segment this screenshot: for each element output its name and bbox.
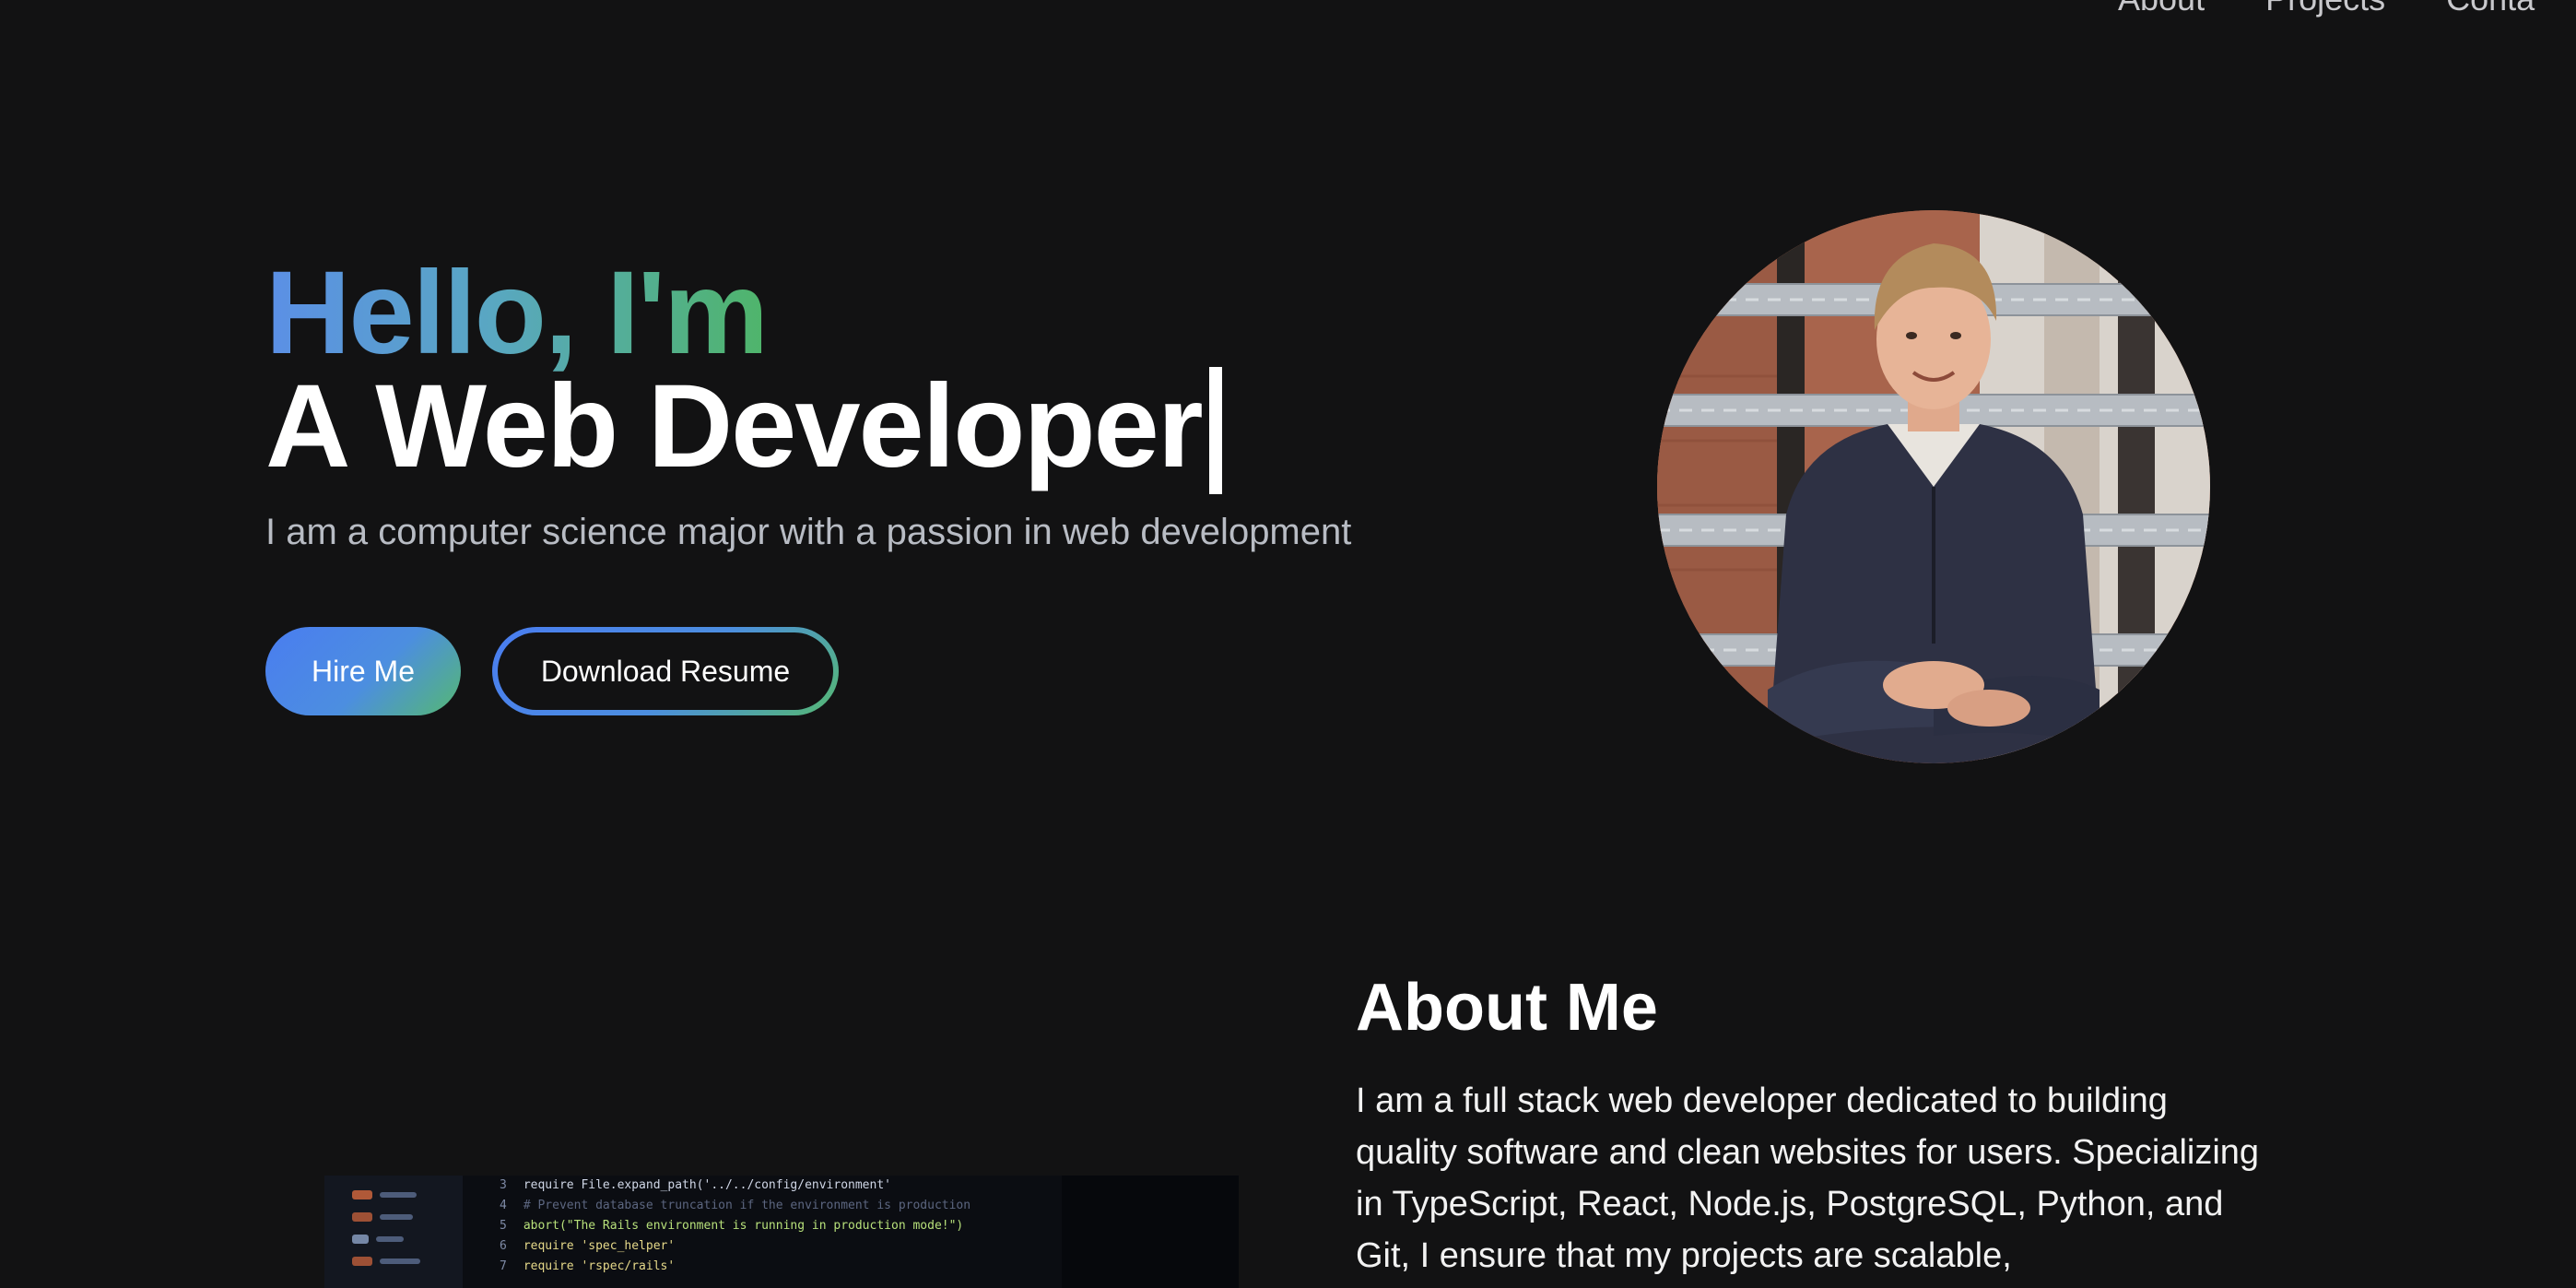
code-line-text: require File.expand_path('../../config/e… [523, 1178, 891, 1192]
code-line-text: require 'rspec/rails' [523, 1259, 676, 1273]
nav-item-contact[interactable]: Conta [2446, 0, 2535, 18]
about-paragraph: I am a full stack web developer dedicate… [1356, 1081, 2260, 1275]
code-line: 6 require 'spec_helper' [500, 1236, 970, 1257]
code-line: 5 abort("The Rails environment is runnin… [500, 1216, 970, 1236]
hero-title: A Web Developer [265, 358, 1222, 494]
code-line-number: 7 [500, 1259, 507, 1273]
nav-item-about[interactable]: About [2118, 0, 2205, 18]
code-line-number: 4 [500, 1199, 507, 1212]
hero-buttons: Hire Me Download Resume [265, 627, 839, 715]
nav-item-projects[interactable]: Projects [2265, 0, 2385, 18]
code-line-text: require 'spec_helper' [523, 1239, 676, 1253]
profile-photo [1657, 210, 2210, 763]
download-resume-button[interactable]: Download Resume [492, 627, 839, 715]
hire-me-button[interactable]: Hire Me [265, 627, 461, 715]
code-lines: 3 require File.expand_path('../../config… [500, 1176, 970, 1277]
code-line-number: 6 [500, 1239, 507, 1253]
code-line: 4 # Prevent database truncation if the e… [500, 1196, 970, 1216]
about-title: About Me [1356, 971, 1658, 1045]
code-line-text: # Prevent database truncation if the env… [523, 1199, 971, 1212]
code-screenshot-image: 3 require File.expand_path('../../config… [324, 1176, 1239, 1288]
code-line: 3 require File.expand_path('../../config… [500, 1176, 970, 1196]
typing-cursor [1208, 367, 1222, 494]
code-line-text: abort("The Rails environment is running … [523, 1219, 964, 1233]
code-line: 7 require 'rspec/rails' [500, 1257, 970, 1277]
top-nav: About Projects Conta [2118, 0, 2535, 18]
code-line-number: 5 [500, 1219, 507, 1233]
portfolio-page: About Projects Conta Hello, I'm A Web De… [0, 0, 2576, 1288]
profile-photo-illustration [1657, 210, 2210, 763]
download-resume-label: Download Resume [498, 632, 833, 710]
code-line-number: 3 [500, 1178, 507, 1192]
hero-title-text: A Web Developer [265, 360, 1204, 492]
hero-subtitle: I am a computer science major with a pas… [265, 512, 1352, 552]
